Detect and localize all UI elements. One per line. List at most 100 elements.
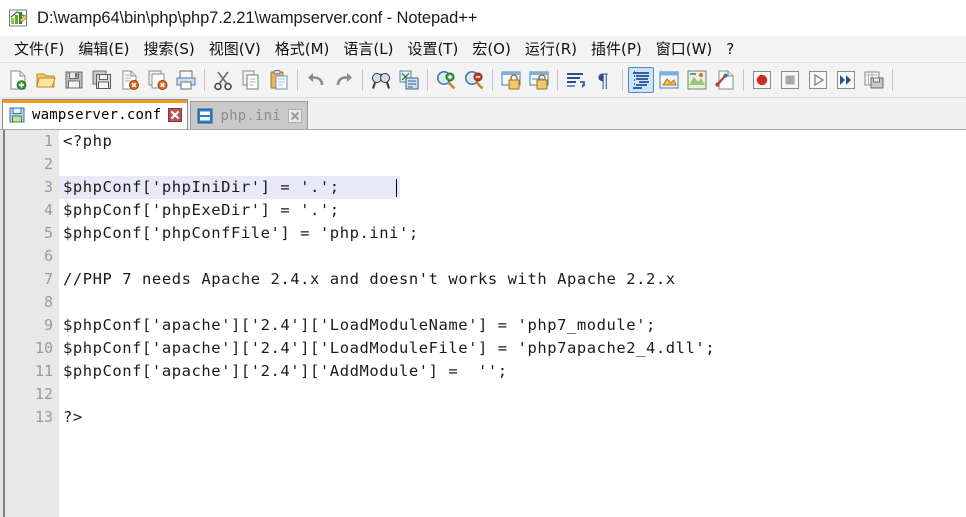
menu-file[interactable]: 文件(F) <box>7 36 71 62</box>
user-defined-dialog-icon[interactable] <box>656 67 682 93</box>
record-macro-icon[interactable] <box>749 67 775 93</box>
show-all-characters-icon[interactable]: ¶ <box>591 67 617 93</box>
separator-3 <box>362 69 363 91</box>
line-text: ?> <box>63 408 83 426</box>
separator-2 <box>297 69 298 91</box>
document-map-icon[interactable] <box>684 67 710 93</box>
editor-line[interactable]: 11 $phpConf['apache']['2.4']['AddModule']… <box>0 360 966 383</box>
tab-bar: wampserver.conf php.ini <box>0 98 966 130</box>
line-text: $phpConf['phpIniDir'] = '.'; <box>63 178 340 196</box>
line-text: $phpConf['apache']['2.4']['AddModule'] =… <box>63 362 508 380</box>
menu-language[interactable]: 语言(L) <box>336 36 400 62</box>
save-icon[interactable] <box>61 67 87 93</box>
paste-icon[interactable] <box>266 67 292 93</box>
editor-line[interactable]: 8 <box>0 291 966 314</box>
editor-line[interactable]: 5 $phpConf['phpConfFile'] = 'php.ini'; <box>0 222 966 245</box>
editor-line[interactable]: 6 <box>0 245 966 268</box>
separator-6 <box>557 69 558 91</box>
editor-area[interactable]: 1 <?php 2 3 $phpConf['phpIniDir'] = '.'; 4 $ph… <box>0 130 966 517</box>
editor-line[interactable]: 3 $phpConf['phpIniDir'] = '.'; <box>0 176 966 199</box>
tab-label: php.ini <box>220 107 281 124</box>
editor-line[interactable]: 7 //PHP 7 needs Apache 2.4.x and doesn't … <box>0 268 966 291</box>
menu-search[interactable]: 搜索(S) <box>137 36 202 62</box>
saved-file-icon <box>9 107 25 123</box>
word-wrap-icon[interactable] <box>563 67 589 93</box>
line-text: $phpConf['phpExeDir'] = '.'; <box>63 201 340 219</box>
menu-edit[interactable]: 编辑(E) <box>71 36 136 62</box>
new-file-icon[interactable] <box>5 67 31 93</box>
separator-8 <box>743 69 744 91</box>
editor-line[interactable]: 2 <box>0 153 966 176</box>
line-number: 10 <box>34 339 53 357</box>
undo-icon[interactable] <box>303 67 329 93</box>
line-number: 1 <box>43 132 53 150</box>
line-text: $phpConf['apache']['2.4']['LoadModuleFil… <box>63 339 716 357</box>
file-icon-blue <box>197 108 213 124</box>
run-macro-multiple-times-icon[interactable] <box>833 67 859 93</box>
indent-guideline-icon[interactable] <box>628 67 654 93</box>
line-number: 12 <box>34 385 53 403</box>
find-icon[interactable] <box>368 67 394 93</box>
zoom-in-icon[interactable] <box>433 67 459 93</box>
line-number: 6 <box>43 247 53 265</box>
menu-settings[interactable]: 设置(T) <box>400 36 465 62</box>
cut-icon[interactable] <box>210 67 236 93</box>
line-number: 11 <box>34 362 53 380</box>
editor-line[interactable]: 4 $phpConf['phpExeDir'] = '.'; <box>0 199 966 222</box>
menu-format[interactable]: 格式(M) <box>268 36 337 62</box>
editor-line[interactable]: 1 <?php <box>0 130 966 153</box>
close-all-files-icon[interactable] <box>145 67 171 93</box>
title-bar: D:\wamp64\bin\php\php7.2.21\wampserver.c… <box>0 0 966 36</box>
redo-icon[interactable] <box>331 67 357 93</box>
play-macro-icon[interactable] <box>805 67 831 93</box>
close-file-icon[interactable] <box>117 67 143 93</box>
separator-7 <box>622 69 623 91</box>
editor-line[interactable]: 13 ?> <box>0 406 966 429</box>
line-number: 13 <box>34 408 53 426</box>
function-list-icon[interactable] <box>712 67 738 93</box>
copy-icon[interactable] <box>238 67 264 93</box>
menu-view[interactable]: 视图(V) <box>202 36 268 62</box>
line-number: 5 <box>43 224 53 242</box>
line-number: 9 <box>43 316 53 334</box>
line-number: 4 <box>43 201 53 219</box>
separator-5 <box>492 69 493 91</box>
menu-window[interactable]: 窗口(W) <box>649 36 720 62</box>
save-all-icon[interactable] <box>89 67 115 93</box>
separator-1 <box>204 69 205 91</box>
separator-9 <box>892 69 893 91</box>
tab-php-ini[interactable]: php.ini <box>190 101 308 129</box>
notepadpp-icon <box>8 8 28 28</box>
line-text: $phpConf['phpConfFile'] = 'php.ini'; <box>63 224 419 242</box>
save-macro-icon[interactable] <box>861 67 887 93</box>
line-text: <?php <box>63 132 113 150</box>
menu-bar: 文件(F) 编辑(E) 搜索(S) 视图(V) 格式(M) 语言(L) 设置(T) 宏(O) 运… <box>0 36 966 63</box>
print-icon[interactable] <box>173 67 199 93</box>
tab-close-icon[interactable] <box>168 107 183 122</box>
stop-recording-macro-icon[interactable] <box>777 67 803 93</box>
menu-plugins[interactable]: 插件(P) <box>584 36 649 62</box>
menu-macro[interactable]: 宏(O) <box>465 36 518 62</box>
text-caret <box>396 179 397 197</box>
tab-wampserver-conf[interactable]: wampserver.conf <box>2 99 189 129</box>
open-file-icon[interactable] <box>33 67 59 93</box>
line-number: 8 <box>43 293 53 311</box>
line-number: 7 <box>43 270 53 288</box>
editor-line[interactable]: 9 $phpConf['apache']['2.4']['LoadModuleNa… <box>0 314 966 337</box>
menu-run[interactable]: 运行(R) <box>518 36 584 62</box>
svg-text:¶: ¶ <box>597 70 609 91</box>
separator-4 <box>427 69 428 91</box>
tab-label: wampserver.conf <box>32 106 162 123</box>
line-text: $phpConf['apache']['2.4']['LoadModuleNam… <box>63 316 656 334</box>
menu-help[interactable]: ? <box>719 38 741 61</box>
zoom-out-icon[interactable] <box>461 67 487 93</box>
editor-line[interactable]: 10 $phpConf['apache']['2.4']['LoadModuleF… <box>0 337 966 360</box>
tab-close-icon[interactable] <box>287 108 302 123</box>
editor-line[interactable]: 12 <box>0 383 966 406</box>
toolbar: ¶ <box>0 63 966 98</box>
line-number: 3 <box>43 178 53 196</box>
replace-icon[interactable] <box>396 67 422 93</box>
line-number: 2 <box>43 155 53 173</box>
sync-horizontal-scroll-icon[interactable] <box>526 67 552 93</box>
sync-vertical-scroll-icon[interactable] <box>498 67 524 93</box>
